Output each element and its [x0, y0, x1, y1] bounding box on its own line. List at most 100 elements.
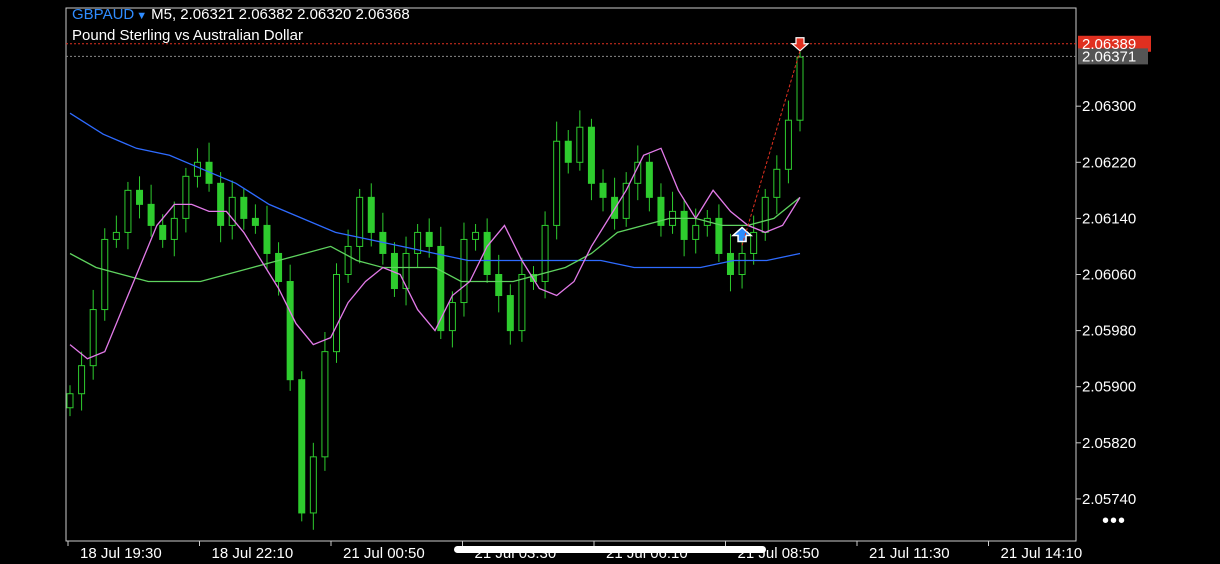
candle [263, 205, 271, 271]
x-tick-label: 18 Jul 22:10 [212, 545, 294, 562]
candle-body [773, 168, 781, 198]
candle [379, 212, 387, 265]
candle [101, 228, 109, 321]
chart-header: GBPAUD ▼ M5, 2.06321 2.06382 2.06320 2.063… [72, 6, 410, 25]
candle [773, 155, 781, 215]
candle-body [309, 456, 317, 514]
timeframe-ohlc-readout: M5, 2.06321 2.06382 2.06320 2.06368 [151, 6, 410, 23]
candle [228, 180, 236, 240]
candle [796, 45, 804, 132]
candle [66, 385, 74, 417]
candle-body [761, 196, 769, 233]
price-chart[interactable]: 2.063892.06371 2.063002.062202.061402.06… [0, 0, 1220, 564]
candle [390, 242, 398, 297]
candle [182, 167, 190, 233]
candle [599, 169, 607, 212]
candle [634, 145, 642, 201]
candle [669, 191, 677, 234]
candle-body [680, 210, 688, 240]
candle-body [796, 56, 804, 121]
candle-body [587, 126, 595, 184]
candle [356, 188, 364, 264]
candle [460, 222, 468, 317]
candle-body [553, 140, 561, 226]
x-tick-label: 21 Jul 14:10 [1001, 545, 1083, 562]
candle [78, 351, 86, 411]
candle-body [112, 231, 120, 240]
candle-body [518, 274, 526, 332]
candle-body [448, 302, 456, 332]
y-tick-label: 2.06140 [1082, 210, 1136, 227]
candle [587, 118, 595, 201]
y-tick-label: 2.06300 [1082, 98, 1136, 115]
candle [726, 233, 734, 292]
candle [240, 188, 248, 230]
candle [541, 211, 549, 299]
y-tick-label: 2.06220 [1082, 154, 1136, 171]
candle-body [576, 126, 584, 163]
candle-body [182, 175, 190, 219]
candle-body [495, 274, 503, 297]
ellipsis-icon[interactable]: ••• [1102, 510, 1126, 533]
candle-body [298, 379, 306, 514]
candle [414, 224, 422, 268]
candle [89, 289, 97, 380]
candle [784, 100, 792, 184]
ma-slow-line [69, 112, 801, 269]
candle-body [275, 252, 283, 283]
candle-body [634, 161, 642, 184]
candle-body [263, 224, 271, 254]
candle-body [170, 217, 178, 240]
candle [576, 110, 584, 171]
candle-body [66, 393, 74, 409]
x-tick-label: 21 Jul 00:50 [343, 545, 425, 562]
candle [657, 183, 665, 237]
candle [170, 201, 178, 257]
candle-body [251, 217, 259, 226]
candle [321, 332, 329, 471]
candle-body [367, 196, 375, 233]
candle-body [726, 252, 734, 275]
candle-body [124, 189, 132, 233]
candle [136, 176, 144, 219]
symbol-description: Pound Sterling vs Australian Dollar [72, 27, 303, 44]
candle-body [645, 161, 653, 198]
x-tick-label: 18 Jul 19:30 [80, 545, 162, 562]
candle [251, 204, 259, 234]
y-tick-label: 2.05820 [1082, 435, 1136, 452]
candle-body [483, 231, 491, 275]
candle-body [333, 274, 341, 353]
candle [205, 142, 213, 192]
sell-arrow-icon [790, 37, 810, 52]
candle-body [101, 238, 109, 311]
candle-body [147, 203, 155, 226]
candle [703, 209, 711, 237]
candle-body [506, 295, 514, 332]
candle [147, 184, 155, 237]
candle [564, 130, 572, 174]
candle-body [356, 196, 364, 247]
candle [738, 242, 746, 289]
candle [611, 177, 619, 230]
buy-arrow-icon [731, 226, 754, 243]
y-tick-label: 2.06060 [1082, 267, 1136, 284]
candle [472, 224, 480, 251]
candle [309, 442, 317, 530]
y-tick-label: 2.05980 [1082, 323, 1136, 340]
candle-body [159, 224, 167, 240]
y-tick-label: 2.05740 [1082, 491, 1136, 508]
candle-body [460, 238, 468, 304]
candle [495, 254, 503, 313]
candle-body [217, 182, 225, 226]
symbol-label[interactable]: GBPAUD [72, 6, 134, 23]
triangle-down-icon[interactable]: ▼ [136, 10, 147, 22]
candle [333, 263, 341, 363]
candle-body [738, 252, 746, 275]
chart-scrollbar[interactable] [454, 546, 766, 553]
candle-body [622, 182, 630, 219]
candle-body [321, 351, 329, 458]
candle [715, 204, 723, 262]
candle [124, 181, 132, 250]
candle [622, 172, 630, 227]
candle-body [784, 119, 792, 170]
